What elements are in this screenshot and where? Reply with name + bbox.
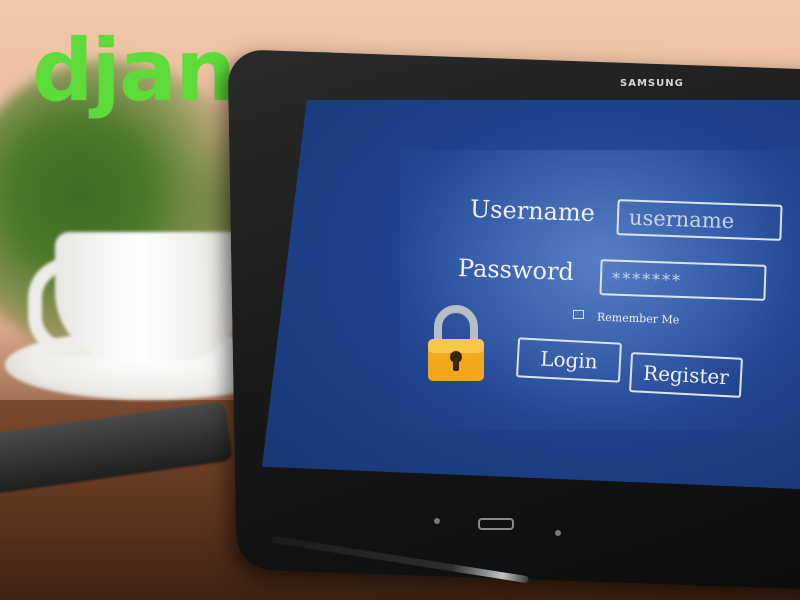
home-button-icon[interactable]: [478, 518, 514, 530]
username-label: Username: [469, 194, 596, 228]
coffee-cup: [55, 232, 245, 362]
padlock-icon: [428, 305, 484, 381]
back-button-icon[interactable]: [434, 518, 440, 524]
register-button[interactable]: Register: [629, 352, 743, 398]
remember-me-checkbox[interactable]: [573, 310, 584, 319]
password-label: Password: [457, 253, 575, 287]
tablet-brand: SAMSUNG: [620, 78, 684, 89]
photo-scene: django SAMSUNG Username username Passwor…: [0, 0, 800, 600]
login-button[interactable]: Login: [516, 337, 622, 383]
password-input[interactable]: *******: [599, 259, 767, 301]
username-input[interactable]: username: [616, 199, 783, 241]
recent-apps-icon[interactable]: [555, 530, 561, 536]
